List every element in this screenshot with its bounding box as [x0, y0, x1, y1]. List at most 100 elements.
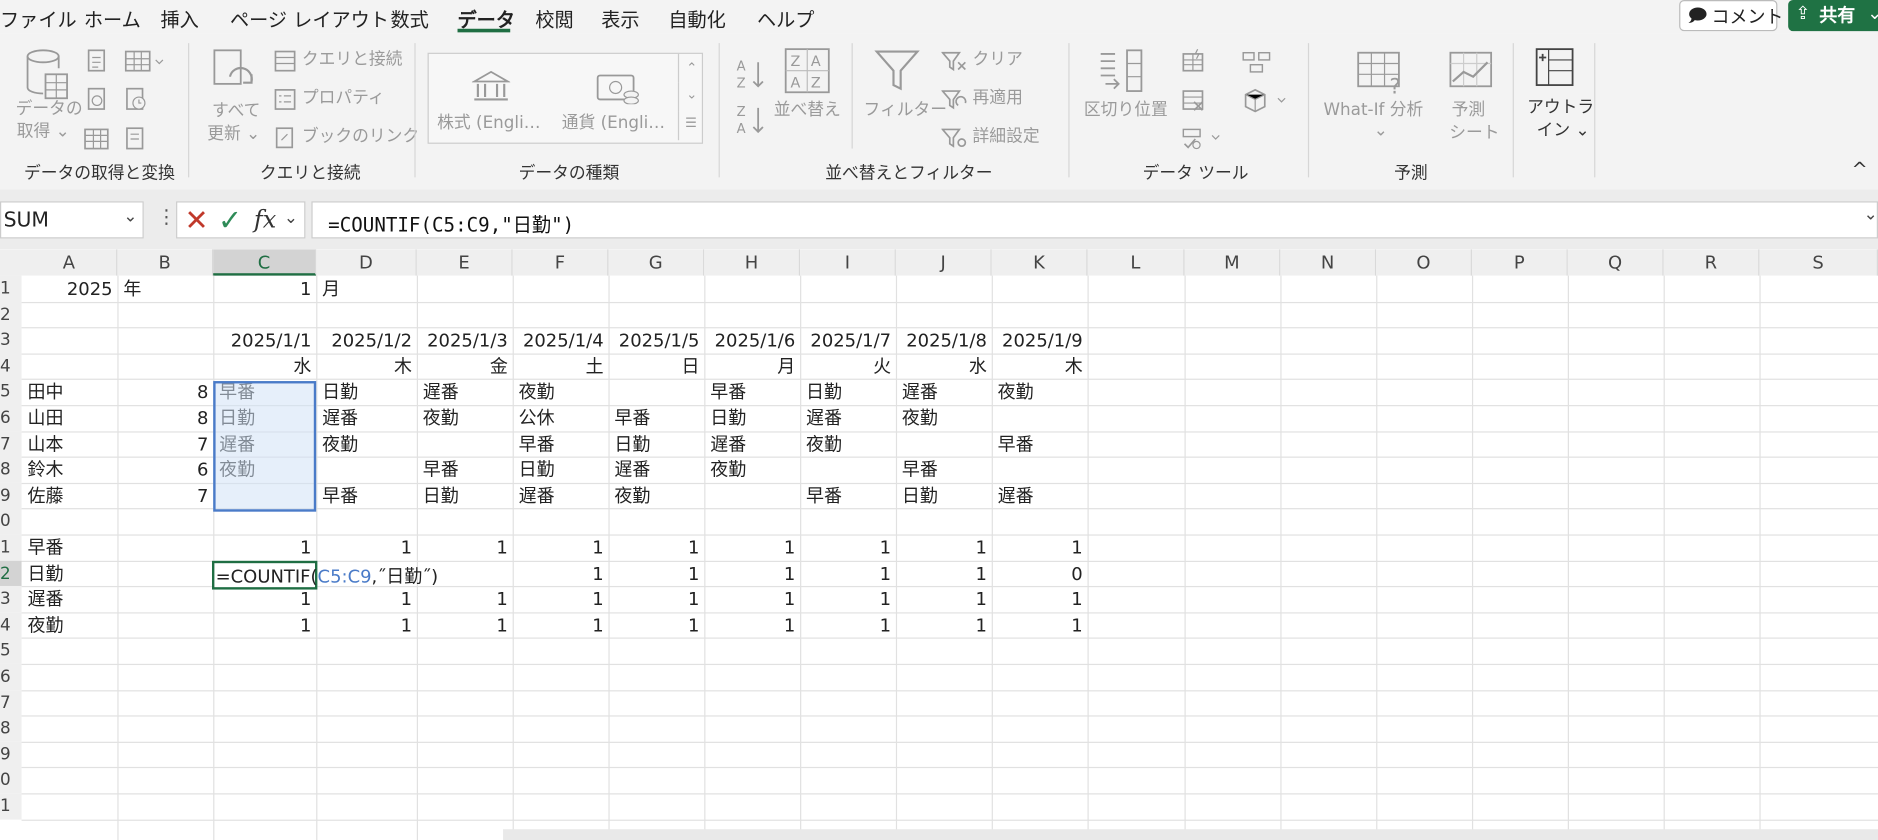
row-header[interactable]: 2 — [0, 301, 22, 328]
staff-count-cell[interactable]: 7 — [117, 483, 208, 509]
data-model-icon[interactable] — [1242, 87, 1290, 113]
summary-count-cell[interactable]: 1 — [513, 534, 603, 560]
select-all-corner[interactable] — [0, 249, 22, 276]
column-header[interactable]: E — [416, 249, 513, 276]
weekday-cell[interactable]: 月 — [704, 353, 795, 379]
column-header[interactable]: R — [1663, 249, 1760, 276]
column-header[interactable]: B — [117, 249, 214, 276]
summary-count-cell[interactable]: 1 — [896, 560, 986, 586]
row-header[interactable]: 7 — [0, 689, 22, 717]
shift-cell[interactable]: 早番 — [519, 431, 555, 457]
summary-count-cell[interactable]: 1 — [800, 612, 891, 638]
name-box[interactable]: SUM ⌄ — [0, 201, 144, 239]
shift-cell[interactable]: 遅番 — [806, 405, 842, 431]
row-header[interactable]: 6 — [0, 663, 22, 691]
weekday-cell[interactable]: 土 — [513, 353, 604, 379]
get-data-label-2[interactable]: 取得 ⌄ — [17, 121, 70, 144]
cancel-icon[interactable]: ✕ — [184, 204, 208, 238]
reapply-button[interactable]: 再適用 — [973, 87, 1023, 110]
summary-count-cell[interactable]: 1 — [896, 586, 986, 612]
shift-cell[interactable]: 早番 — [806, 483, 842, 509]
shift-cell[interactable]: 日勤 — [519, 457, 555, 483]
column-header[interactable]: A — [21, 249, 118, 276]
summary-count-cell[interactable]: 1 — [513, 586, 603, 612]
column-header[interactable]: S — [1759, 249, 1878, 276]
tab-formulas[interactable]: 数式 — [390, 4, 428, 33]
chevron-down-icon[interactable]: ⌄ — [123, 207, 137, 226]
shift-cell[interactable]: 日勤 — [710, 405, 746, 431]
row-header[interactable]: 8 — [0, 715, 22, 742]
column-header[interactable]: J — [895, 249, 992, 276]
queries-connections-button[interactable]: クエリと接続 — [302, 49, 403, 72]
shift-cell[interactable]: 日勤 — [902, 483, 938, 509]
outline-label-2[interactable]: イン ⌄ — [1537, 120, 1590, 143]
shift-cell[interactable]: 夜勤 — [614, 483, 650, 509]
collapse-ribbon-icon[interactable]: ^ — [1852, 158, 1868, 181]
row-header[interactable]: 4 — [0, 353, 22, 380]
forecast-sheet-label-1[interactable]: 予測 — [1452, 99, 1486, 122]
staff-count-cell[interactable]: 6 — [117, 457, 208, 483]
shift-cell[interactable]: 早番 — [614, 405, 650, 431]
summary-label-cell[interactable]: 遅番 — [28, 586, 64, 612]
date-cell[interactable]: 2025/1/9 — [992, 327, 1083, 353]
text-to-columns-button[interactable]: 区切り位置 — [1084, 99, 1168, 122]
comment-button[interactable]: 🗩 コメント — [1679, 0, 1783, 32]
shift-cell[interactable]: 遅番 — [322, 405, 358, 431]
shift-cell[interactable]: 日勤 — [423, 483, 459, 509]
summary-count-cell[interactable]: 1 — [213, 612, 311, 638]
date-cell[interactable]: 2025/1/1 — [213, 327, 312, 353]
insert-function-icon[interactable]: fx — [254, 205, 276, 234]
clear-button[interactable]: クリア — [973, 49, 1023, 72]
summary-count-cell[interactable]: 1 — [992, 612, 1082, 638]
text-csv-icon[interactable] — [86, 49, 108, 73]
summary-count-cell[interactable]: 0 — [992, 560, 1082, 586]
consolidate-icon[interactable] — [1242, 49, 1271, 73]
summary-count-cell[interactable]: 1 — [213, 586, 311, 612]
summary-count-cell[interactable]: 1 — [417, 586, 507, 612]
shift-cell[interactable]: 夜勤 — [806, 431, 842, 457]
sort-button[interactable]: 並べ替え — [774, 99, 841, 122]
shift-cell[interactable]: 公休 — [519, 405, 555, 431]
summary-count-cell[interactable]: 1 — [417, 612, 507, 638]
column-header[interactable]: L — [1087, 249, 1185, 276]
summary-count-cell[interactable]: 1 — [704, 612, 795, 638]
staff-count-cell[interactable]: 8 — [117, 405, 208, 431]
column-header[interactable]: G — [608, 249, 705, 276]
summary-count-cell[interactable]: 1 — [800, 560, 891, 586]
column-header[interactable]: M — [1184, 249, 1281, 276]
get-data-label-1[interactable]: データの — [16, 98, 83, 121]
date-cell[interactable]: 2025/1/2 — [316, 327, 412, 353]
tab-page-layout[interactable]: ページ レイアウト — [230, 4, 389, 33]
shift-cell[interactable]: 遅番 — [902, 379, 938, 405]
weekday-cell[interactable]: 日 — [608, 353, 699, 379]
tab-automate[interactable]: 自動化 — [668, 4, 726, 33]
weekday-cell[interactable]: 水 — [213, 353, 311, 379]
column-header[interactable]: D — [316, 249, 417, 276]
shift-cell[interactable]: 早番 — [322, 483, 358, 509]
worksheet-grid[interactable]: ABCDEFGHIJKLMNOPQRS123456789012345678901… — [0, 249, 1878, 840]
row-header[interactable]: 1 — [0, 534, 22, 561]
shift-cell[interactable]: 夜勤 — [423, 405, 459, 431]
enter-check-icon[interactable]: ✓ — [218, 204, 242, 238]
summary-count-cell[interactable]: 1 — [316, 534, 412, 560]
shift-cell[interactable]: 夜勤 — [998, 379, 1034, 405]
shift-cell[interactable]: 夜勤 — [322, 431, 358, 457]
staff-count-cell[interactable]: 8 — [117, 379, 208, 405]
stocks-button[interactable]: 株式 (Engli… — [437, 113, 540, 136]
summary-count-cell[interactable]: 1 — [800, 586, 891, 612]
row-header[interactable]: 8 — [0, 456, 22, 484]
row-header[interactable]: 5 — [0, 379, 22, 406]
summary-count-cell[interactable]: 1 — [316, 586, 412, 612]
sort-descending-icon[interactable]: ZA — [735, 103, 766, 137]
month-cell[interactable]: 1 — [213, 276, 311, 302]
summary-count-cell[interactable]: 1 — [704, 534, 795, 560]
row-header[interactable]: 1 — [0, 275, 22, 302]
share-button[interactable]: ⇪ 共有 ⌄ — [1788, 0, 1878, 32]
shift-cell[interactable]: 日勤 — [806, 379, 842, 405]
gallery-more[interactable]: ☰ — [677, 111, 703, 141]
expand-formula-bar-icon[interactable]: ⌄ — [1864, 205, 1878, 224]
web-icon[interactable] — [86, 87, 108, 111]
data-validation-icon[interactable] — [1181, 127, 1224, 151]
row-header[interactable]: 6 — [0, 405, 22, 432]
shift-cell[interactable]: 遅番 — [423, 379, 459, 405]
